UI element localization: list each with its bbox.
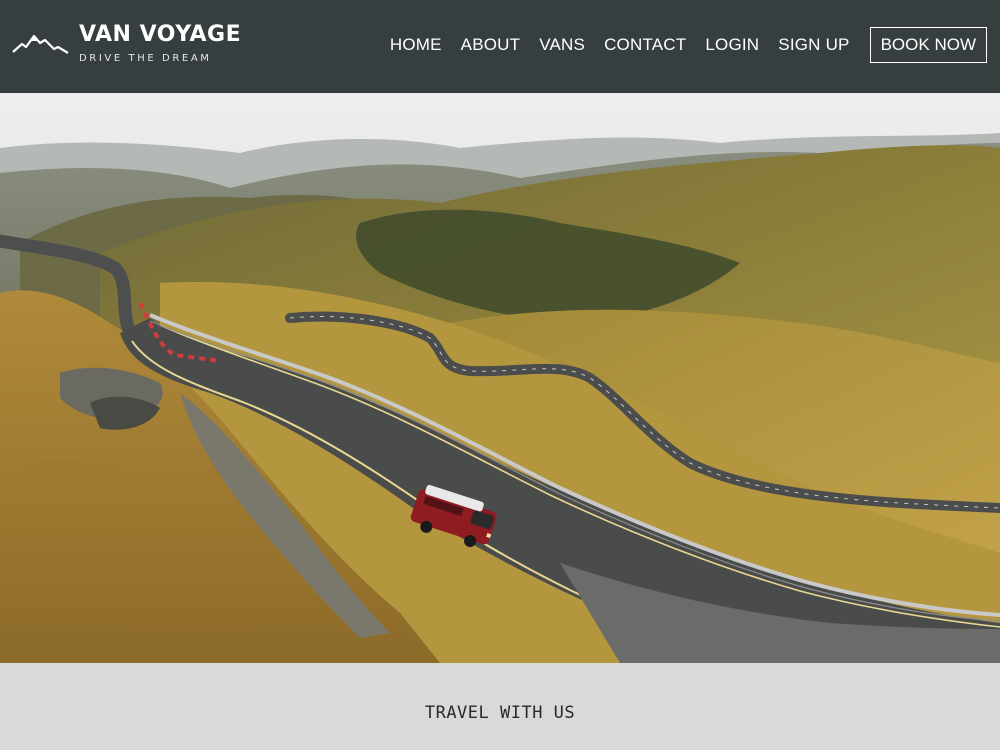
main-nav: HOME ABOUT VANS CONTACT LOGIN SIGN UP BO…	[371, 27, 987, 63]
mountain-icon	[12, 34, 69, 54]
nav-about[interactable]: ABOUT	[461, 35, 521, 55]
navbar: VAN VOYAGE DRIVE THE DREAM HOME ABOUT VA…	[0, 0, 1000, 93]
section-title: TRAVEL WITH US	[424, 703, 576, 723]
nav-signup[interactable]: SIGN UP	[778, 35, 849, 55]
nav-home[interactable]: HOME	[390, 35, 442, 55]
nav-vans[interactable]: VANS	[539, 35, 585, 55]
nav-login[interactable]: LOGIN	[705, 35, 759, 55]
brand-tagline: DRIVE THE DREAM	[79, 53, 212, 64]
logo[interactable]: VAN VOYAGE DRIVE THE DREAM	[12, 22, 242, 72]
brand-name: VAN VOYAGE	[79, 22, 242, 47]
nav-contact[interactable]: CONTACT	[604, 35, 686, 55]
hero-image	[0, 93, 1000, 663]
book-now-button[interactable]: BOOK NOW	[869, 27, 987, 63]
travel-section: TRAVEL WITH US	[0, 663, 1000, 750]
hero-landscape-illustration	[0, 93, 1000, 663]
